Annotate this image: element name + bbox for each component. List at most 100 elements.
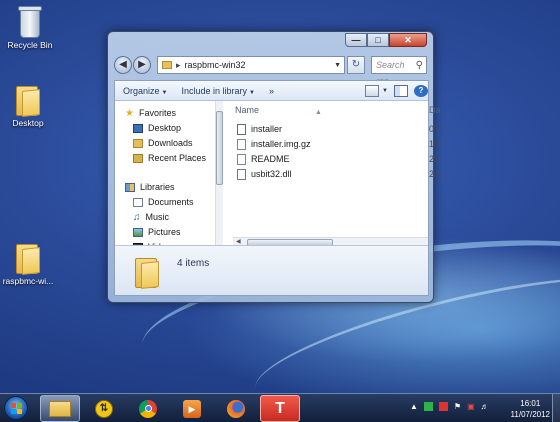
details-pane: 4 items — [115, 245, 428, 295]
taskbar-chrome[interactable] — [128, 395, 168, 422]
tumblr-icon: T — [275, 399, 285, 417]
organize-button[interactable]: Organize ▼ — [123, 86, 167, 96]
tray-app-icon[interactable] — [423, 402, 433, 411]
show-desktop-button[interactable] — [552, 394, 560, 422]
back-button[interactable]: ◀ — [114, 56, 132, 74]
folder-icon — [162, 61, 172, 69]
dll-file-icon — [237, 168, 246, 180]
pictures-icon — [133, 227, 143, 237]
preview-pane-icon[interactable] — [394, 84, 408, 97]
navigation-pane: ★ Favorites Desktop Downloads Recent Pla… — [115, 101, 215, 252]
network-icon[interactable]: ▣ — [467, 402, 475, 411]
action-center-icon[interactable]: ⚑ — [454, 402, 461, 411]
taskbar: ⇅ ▶ T ▲ ⚑ ▣ ♬ 16:01 11/07/2012 — [0, 393, 560, 422]
nav-item-pictures[interactable]: Pictures — [133, 225, 181, 239]
folder-icon — [14, 240, 42, 275]
system-tray: ▲ ⚑ ▣ ♬ — [410, 402, 495, 411]
desktop-icon-desktop[interactable]: Desktop — [0, 82, 56, 128]
nav-item-desktop[interactable]: Desktop — [133, 121, 181, 135]
taskbar-windows-explorer[interactable] — [40, 395, 80, 422]
file-icon — [237, 138, 246, 150]
file-date: 10 — [429, 139, 440, 149]
nav-pane-scrollbar[interactable] — [215, 101, 223, 247]
breadcrumb-arrow-icon[interactable]: ▸ — [176, 60, 181, 71]
nav-libraries[interactable]: Libraries — [125, 180, 175, 194]
file-row[interactable]: installer.img.gz 10 — [237, 137, 439, 151]
forward-button[interactable]: ▶ — [133, 56, 151, 74]
file-row[interactable]: installer 07 — [237, 122, 439, 136]
include-in-library-label: Include in library — [181, 85, 248, 96]
start-button[interactable] — [4, 396, 28, 420]
more-commands-button[interactable]: » — [269, 86, 274, 96]
file-icon — [237, 153, 246, 165]
taskbar-bittorrent[interactable]: ⇅ — [84, 395, 124, 422]
desktop-icon-label: raspbmc-wi... — [2, 276, 54, 286]
file-date: 25 — [429, 154, 440, 164]
breadcrumb-path[interactable]: raspbmc-win32 — [185, 60, 246, 70]
minimize-button[interactable]: — — [345, 33, 367, 47]
caption-buttons: — □ ✕ — [345, 33, 427, 47]
scroll-left-icon[interactable]: ◀ — [236, 238, 241, 245]
file-date: 23 — [429, 169, 440, 179]
tray-app-icon[interactable] — [438, 402, 448, 411]
desktop-icon-label: Desktop — [12, 118, 44, 128]
volume-icon[interactable]: ♬ — [481, 402, 489, 411]
search-icon: ⚲ — [415, 60, 423, 71]
search-input[interactable]: Search ras... ⚲ — [371, 56, 427, 86]
recycle-bin-icon — [17, 4, 43, 38]
application-icon — [237, 123, 246, 135]
column-header-name[interactable]: Name — [235, 105, 259, 115]
windows-logo-icon — [11, 403, 23, 415]
organize-label: Organize — [123, 85, 160, 96]
column-header-date[interactable]: Da — [429, 105, 441, 115]
bittorrent-icon: ⇅ — [95, 399, 113, 418]
explorer-content: Organize ▼ Include in library ▼ » ▼ ? ★ Fa… — [114, 80, 441, 296]
chevron-down-icon[interactable]: ▼ — [334, 62, 341, 69]
taskbar-media-player[interactable]: ▶ — [172, 395, 212, 422]
nav-favorites[interactable]: ★ Favorites — [125, 106, 176, 120]
desktop-icon-recycle-bin[interactable]: Recycle Bin — [2, 4, 58, 50]
address-bar[interactable]: ▸ raspbmc-win32 ▼ — [157, 56, 345, 74]
clock-date: 11/07/2012 — [510, 410, 550, 419]
clock-time: 16:01 — [520, 399, 541, 408]
explorer-window[interactable]: — □ ✕ ◀ ▶ ▸ raspbmc-win32 ▼ ↻ Search ras… — [107, 31, 441, 303]
show-hidden-icons-icon[interactable]: ▲ — [410, 402, 418, 411]
nav-item-downloads[interactable]: Downloads — [133, 136, 193, 150]
folder-icon — [133, 254, 159, 289]
documents-icon — [133, 197, 143, 207]
maximize-button[interactable]: □ — [367, 33, 389, 47]
desktop-icon-raspbmc[interactable]: raspbmc-wi... — [0, 240, 56, 286]
close-button[interactable]: ✕ — [389, 33, 427, 47]
item-count: 4 items — [177, 258, 210, 269]
file-name: installer.img.gz — [251, 139, 311, 149]
nav-item-label: Documents — [148, 197, 194, 207]
nav-item-label: Recent Places — [148, 153, 207, 163]
help-icon[interactable]: ? — [414, 84, 428, 97]
command-bar: Organize ▼ Include in library ▼ » ▼ ? — [115, 81, 428, 101]
windows-explorer-icon — [49, 400, 71, 417]
navigation-bar: ◀ ▶ ▸ raspbmc-win32 ▼ ↻ Search ras... ⚲ — [114, 54, 427, 86]
chrome-icon — [139, 399, 157, 418]
clock[interactable]: 16:01 11/07/2012 — [511, 398, 550, 420]
nav-item-recent-places[interactable]: Recent Places — [133, 151, 206, 165]
taskbar-tumblr[interactable]: T — [260, 395, 300, 422]
star-icon: ★ — [125, 107, 134, 119]
nav-item-documents[interactable]: Documents — [133, 195, 194, 209]
recent-places-icon — [133, 153, 143, 163]
nav-item-music[interactable]: ♫ Music — [133, 210, 169, 224]
file-row[interactable]: README 25 — [237, 152, 439, 166]
desktop-icon — [133, 123, 143, 133]
media-player-icon: ▶ — [183, 399, 201, 418]
file-row[interactable]: usbit32.dll 23 — [237, 167, 439, 181]
refresh-button[interactable]: ↻ — [347, 56, 365, 74]
chevron-down-icon[interactable]: ▼ — [382, 88, 388, 94]
nav-item-label: Pictures — [148, 227, 181, 237]
taskbar-firefox[interactable] — [216, 395, 256, 422]
file-name: usbit32.dll — [251, 169, 292, 179]
scrollbar-thumb[interactable] — [216, 111, 223, 185]
sort-arrow-icon: ▲ — [315, 109, 322, 116]
include-in-library-button[interactable]: Include in library ▼ — [181, 86, 254, 96]
change-view-icon[interactable] — [365, 84, 380, 97]
file-name: installer — [251, 124, 283, 134]
downloads-icon — [133, 138, 143, 148]
